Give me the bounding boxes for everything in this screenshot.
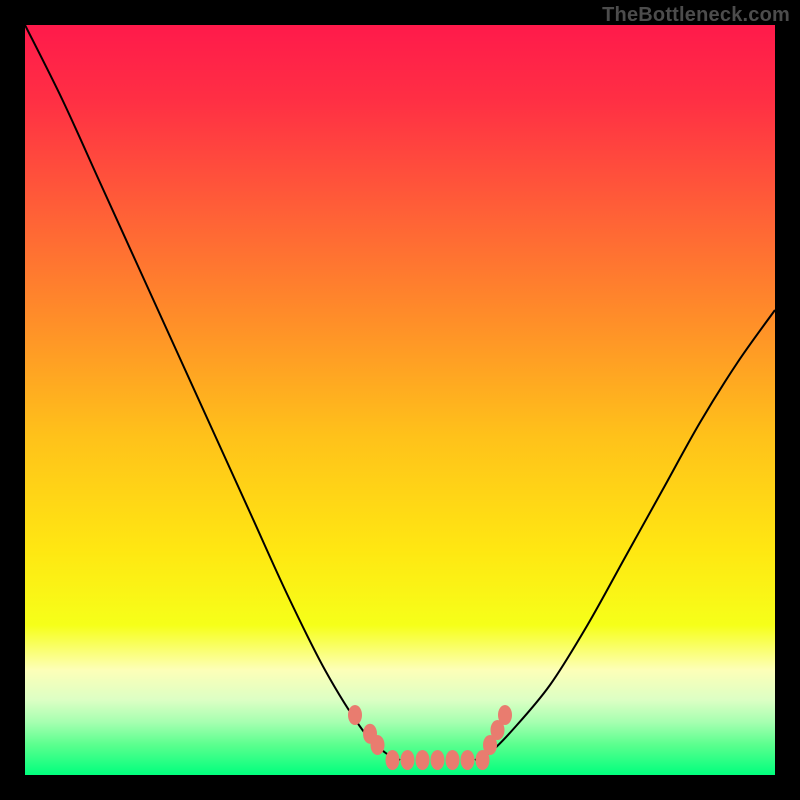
bottom-band-point xyxy=(461,750,475,770)
bottom-band-point xyxy=(476,750,490,770)
bottom-band-point xyxy=(416,750,430,770)
markers-left-point xyxy=(348,705,362,725)
chart-outer-frame: TheBottleneck.com xyxy=(0,0,800,800)
bottom-band-point xyxy=(431,750,445,770)
bottom-band-point xyxy=(386,750,400,770)
markers-left-point xyxy=(371,735,385,755)
chart-background xyxy=(25,25,775,775)
bottom-band-point xyxy=(401,750,415,770)
bottleneck-chart-svg xyxy=(25,25,775,775)
bottom-band-point xyxy=(446,750,460,770)
watermark-text: TheBottleneck.com xyxy=(602,4,790,27)
markers-right-point xyxy=(498,705,512,725)
